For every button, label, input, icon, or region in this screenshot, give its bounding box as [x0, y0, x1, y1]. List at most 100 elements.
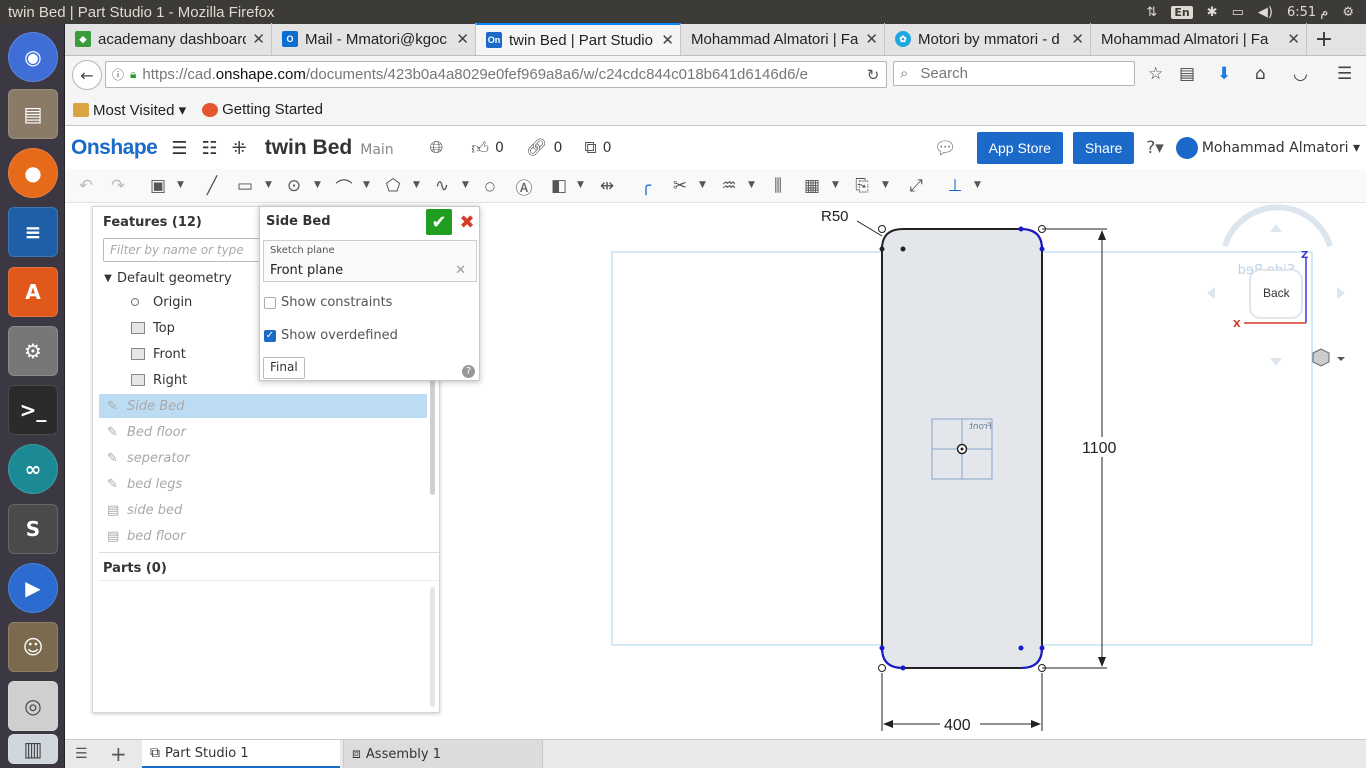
files-icon[interactable]: ▤: [8, 89, 58, 139]
sketch-point[interactable]: [879, 246, 885, 252]
tab-assembly-1[interactable]: ⧈ Assembly 1: [343, 740, 543, 768]
insert-icon[interactable]: ⁜: [232, 138, 247, 159]
view-cube-face-label[interactable]: Back: [1263, 286, 1291, 300]
undo-icon[interactable]: ↶: [75, 175, 97, 197]
pocket-icon[interactable]: ◡: [1293, 64, 1308, 84]
power-gear-icon[interactable]: ⚙: [1342, 5, 1354, 20]
sketch-point[interactable]: [900, 246, 906, 252]
show-overdefined-checkbox[interactable]: ✓ Show overdefined: [264, 328, 398, 343]
tab-list-icon[interactable]: ☰: [75, 746, 88, 762]
browser-tab[interactable]: ◆ academany dashboard ✕: [65, 23, 272, 55]
view-cube-up-arrow[interactable]: [1270, 224, 1282, 232]
feature-item-bed-legs[interactable]: ✎ bed legs: [99, 472, 427, 496]
cancel-button[interactable]: ✖: [456, 209, 478, 235]
home-icon[interactable]: ⌂: [1255, 64, 1266, 84]
back-button[interactable]: ←: [72, 60, 102, 90]
dxf-import-icon[interactable]: ⎘: [851, 175, 873, 197]
sketch-dialog-title[interactable]: Side Bed: [266, 214, 331, 229]
line-tool-icon[interactable]: ╱: [201, 175, 223, 197]
info-icon[interactable]: ⓘ: [112, 66, 124, 83]
view-cube-down-arrow[interactable]: [1270, 358, 1282, 366]
url-bar[interactable]: ⓘ 🔒︎ https://cad.onshape.com/documents/4…: [105, 61, 887, 88]
use-tool-icon[interactable]: ⤢: [905, 175, 927, 197]
new-tab-button[interactable]: +: [1307, 23, 1341, 55]
feature-item-seperator[interactable]: ✎ seperator: [99, 446, 427, 470]
close-tab-icon[interactable]: ✕: [1071, 30, 1084, 48]
gimp-icon[interactable]: ☺: [8, 622, 58, 672]
public-globe-icon[interactable]: 🌐︎: [430, 138, 450, 158]
sketch-point[interactable]: [879, 645, 885, 651]
sketch-plane-selector[interactable]: Sketch plane Front plane ✕: [263, 240, 477, 282]
redo-icon[interactable]: ↷: [107, 175, 129, 197]
browser-tab[interactable]: Mohammad Almatori | Fa ✕: [1091, 23, 1307, 55]
tab-part-studio-1[interactable]: ⧉ Part Studio 1: [142, 740, 340, 768]
constraint-tool-icon[interactable]: ⊥: [944, 175, 966, 197]
height-dimension[interactable]: 1100: [1082, 440, 1117, 457]
add-tab-icon[interactable]: +: [110, 742, 127, 766]
filter-input[interactable]: Filter by name or type: [103, 238, 273, 262]
feature-item-bed-floor-sketch[interactable]: ✎ Bed floor: [99, 420, 427, 444]
final-button[interactable]: Final: [263, 357, 305, 379]
close-tab-icon[interactable]: ✕: [456, 30, 469, 48]
feature-list-toggle-icon[interactable]: ☷: [202, 138, 218, 159]
feature-item-side-bed[interactable]: ✎ Side Bed: [99, 394, 427, 418]
share-button[interactable]: Share: [1072, 132, 1135, 164]
app-store-button[interactable]: App Store: [976, 132, 1063, 164]
firefox-icon[interactable]: ●: [8, 148, 58, 198]
polygon-tool-icon[interactable]: ⬠: [382, 175, 404, 197]
view-cube-right-arrow[interactable]: [1337, 287, 1345, 299]
accept-button[interactable]: ✔: [426, 209, 452, 235]
likes-counter[interactable]: 👍︎ 0: [471, 138, 504, 159]
browser-tab-active[interactable]: On twin Bed | Part Studio 1 ✕: [476, 23, 681, 55]
avatar[interactable]: [1175, 137, 1198, 159]
view-options-cube-icon[interactable]: [1312, 348, 1330, 367]
feature-item-side-bed-extrude[interactable]: ▤ side bed: [99, 498, 427, 522]
close-tab-icon[interactable]: ✕: [865, 30, 878, 48]
corner-point[interactable]: [878, 664, 886, 672]
sketch-tools-icon[interactable]: ▣: [147, 175, 169, 197]
trim-tool-icon[interactable]: ✂: [669, 175, 691, 197]
chevron-down-icon[interactable]: ▼: [99, 273, 117, 284]
mirror-tool-icon[interactable]: ⫼: [767, 175, 789, 197]
clock[interactable]: 6:51 م: [1287, 5, 1328, 20]
circle-tool-icon[interactable]: ⊙: [283, 175, 305, 197]
spline-tool-icon[interactable]: ∿: [431, 175, 453, 197]
rectangle-tool-icon[interactable]: ▭: [234, 175, 256, 197]
text-tool-icon[interactable]: Ⓐ: [513, 175, 535, 199]
parts-header[interactable]: Parts (0): [103, 561, 167, 576]
media-player-icon[interactable]: ▶: [8, 563, 58, 613]
onshape-logo[interactable]: Onshape: [71, 136, 158, 160]
document-name[interactable]: twin Bed: [265, 136, 353, 160]
bluetooth-icon[interactable]: ✱: [1207, 5, 1218, 20]
browser-tab[interactable]: O Mail - Mmatori@kgoc ✕: [272, 23, 476, 55]
construction-tool-icon[interactable]: ◧: [548, 175, 570, 197]
bookmark-getting-started[interactable]: Getting Started: [202, 101, 323, 118]
comments-icon[interactable]: 💬︎: [934, 138, 957, 159]
help-icon[interactable]: ?: [462, 365, 475, 378]
copies-counter[interactable]: ⧉ 0: [584, 138, 611, 158]
hamburger-menu-icon[interactable]: ☰: [1337, 64, 1352, 84]
url-text[interactable]: https://cad.onshape.com/documents/423b0a…: [142, 66, 860, 83]
workspace-branch[interactable]: Main: [360, 142, 393, 158]
close-tab-icon[interactable]: ✕: [661, 31, 674, 49]
fillet-tool-icon[interactable]: ╭: [635, 175, 657, 197]
browser-tab[interactable]: ✿ Motori by mmatori - d ✕: [885, 23, 1091, 55]
ubuntu-dash-icon[interactable]: ◉: [8, 32, 58, 82]
view-cube-left-arrow[interactable]: [1207, 287, 1215, 299]
user-menu[interactable]: Mohammad Almatori ▾: [1202, 140, 1360, 156]
dimension-tool-icon[interactable]: ⇹: [596, 175, 618, 197]
clear-selection-icon[interactable]: ✕: [455, 263, 466, 278]
system-settings-icon[interactable]: ⚙: [8, 326, 58, 376]
links-counter[interactable]: 🔗︎ 0: [526, 138, 563, 158]
sketch-point[interactable]: [1039, 246, 1045, 252]
show-constraints-checkbox[interactable]: Show constraints: [264, 295, 392, 310]
downloads-icon[interactable]: ⬇: [1217, 64, 1231, 84]
volume-icon[interactable]: ◀): [1258, 5, 1273, 20]
search-box[interactable]: ⌕ Search: [893, 61, 1135, 86]
pattern-tool-icon[interactable]: ▦: [801, 175, 823, 197]
bookmark-most-visited[interactable]: Most Visited ▾: [73, 101, 186, 119]
bookmark-star-icon[interactable]: ☆: [1148, 64, 1163, 84]
libreoffice-writer-icon[interactable]: ≡: [8, 207, 58, 257]
sketch-point[interactable]: [1018, 645, 1024, 651]
documents-menu-icon[interactable]: ☰: [171, 138, 187, 159]
